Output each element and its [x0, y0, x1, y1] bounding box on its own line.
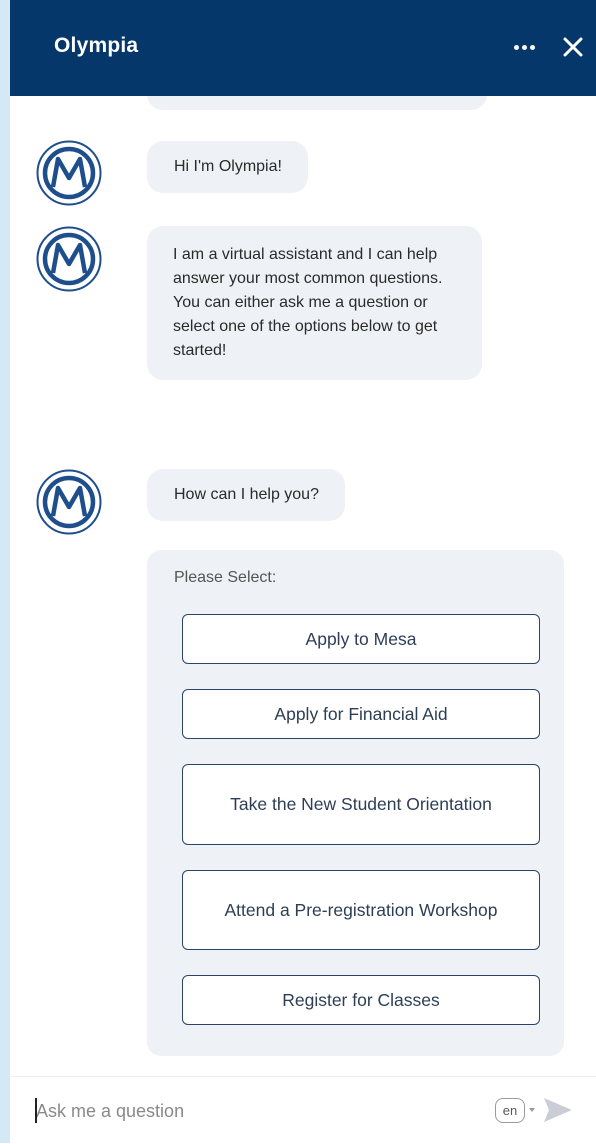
option-financial-aid-button[interactable]: Apply for Financial Aid: [182, 689, 540, 739]
ellipsis-icon-dot: [529, 44, 535, 50]
chat-title: Olympia: [54, 34, 139, 57]
mesa-m-logo-icon: [36, 140, 102, 206]
message-list[interactable]: Hi I'm Olympia! I am a virtual assistant…: [10, 96, 596, 1076]
ellipsis-icon: [513, 44, 519, 50]
send-arrow-icon: [544, 1098, 572, 1122]
close-icon: [563, 37, 583, 57]
please-select-label: Please Select:: [174, 569, 277, 586]
option-apply-to-mesa-button[interactable]: Apply to Mesa: [182, 614, 540, 664]
quick-reply-card: Please Select: Apply to Mesa Apply for F…: [147, 550, 564, 1056]
text-cursor: [35, 1098, 37, 1123]
send-button[interactable]: [541, 1095, 575, 1125]
ellipsis-icon-dot: [521, 44, 527, 50]
bot-message: I am a virtual assistant and I can help …: [147, 226, 482, 380]
option-preregistration-workshop-button[interactable]: Attend a Pre-registration Workshop: [182, 870, 540, 950]
option-orientation-button[interactable]: Take the New Student Orientation: [182, 764, 540, 845]
message-input[interactable]: [34, 1095, 466, 1127]
language-label: en: [495, 1098, 525, 1123]
bot-message: How can I help you?: [147, 469, 345, 521]
bot-message: Hi I'm Olympia!: [147, 141, 308, 193]
language-selector[interactable]: en: [495, 1098, 537, 1123]
mesa-m-logo-icon: [36, 469, 102, 535]
mesa-m-logo-icon: [36, 226, 102, 292]
chevron-down-icon: [529, 1108, 535, 1112]
message-composer: en: [10, 1076, 596, 1144]
previous-message-bubble: [147, 96, 487, 110]
background-strip: [0, 0, 10, 1143]
more-options-button[interactable]: [509, 32, 539, 62]
option-register-classes-button[interactable]: Register for Classes: [182, 975, 540, 1025]
chat-header: Olympia: [10, 0, 596, 96]
close-button[interactable]: [558, 30, 588, 64]
chat-widget: Olympia Hi I'm Olympia! I am a virtual a…: [10, 0, 596, 1144]
